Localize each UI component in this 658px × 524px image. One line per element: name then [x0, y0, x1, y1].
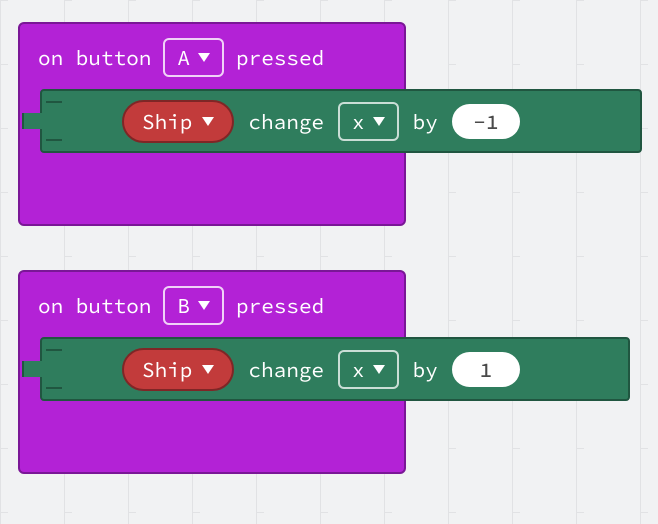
- chevron-down-icon: [198, 53, 210, 62]
- event-block-body: Ship change x by -1: [42, 89, 396, 153]
- sprite-dropdown[interactable]: Ship: [122, 100, 234, 143]
- property-dropdown-value: x: [352, 356, 365, 383]
- chevron-down-icon: [202, 365, 214, 374]
- event-prefix-label: on button: [38, 292, 151, 319]
- button-dropdown-value: B: [177, 292, 190, 319]
- event-block-header: on button A pressed: [20, 24, 404, 89]
- event-block-on-button-b[interactable]: on button B pressed Ship change x by 1: [18, 270, 406, 474]
- event-block-header: on button B pressed: [20, 272, 404, 337]
- event-prefix-label: on button: [38, 44, 151, 71]
- value-input[interactable]: -1: [452, 104, 520, 139]
- event-suffix-label: pressed: [236, 292, 324, 319]
- sprite-dropdown[interactable]: Ship: [122, 348, 234, 391]
- chevron-down-icon: [373, 365, 385, 374]
- sprite-dropdown-value: Ship: [142, 356, 192, 383]
- button-dropdown-value: A: [177, 44, 190, 71]
- change-verb-label: change: [248, 108, 324, 135]
- by-label: by: [413, 356, 438, 383]
- chevron-down-icon: [198, 301, 210, 310]
- event-suffix-label: pressed: [236, 44, 324, 71]
- property-dropdown[interactable]: x: [338, 350, 399, 389]
- property-dropdown[interactable]: x: [338, 102, 399, 141]
- button-dropdown[interactable]: A: [163, 38, 224, 77]
- sprite-change-block[interactable]: Ship change x by -1: [40, 89, 642, 153]
- sprite-dropdown-value: Ship: [142, 108, 192, 135]
- event-block-on-button-a[interactable]: on button A pressed Ship change x by -1: [18, 22, 406, 226]
- property-dropdown-value: x: [352, 108, 365, 135]
- sprite-change-block[interactable]: Ship change x by 1: [40, 337, 630, 401]
- change-verb-label: change: [248, 356, 324, 383]
- chevron-down-icon: [373, 117, 385, 126]
- blocks-workspace[interactable]: on button A pressed Ship change x by -1: [0, 0, 658, 524]
- value-input[interactable]: 1: [452, 352, 520, 387]
- event-block-body: Ship change x by 1: [42, 337, 396, 401]
- button-dropdown[interactable]: B: [163, 286, 224, 325]
- by-label: by: [413, 108, 438, 135]
- chevron-down-icon: [202, 117, 214, 126]
